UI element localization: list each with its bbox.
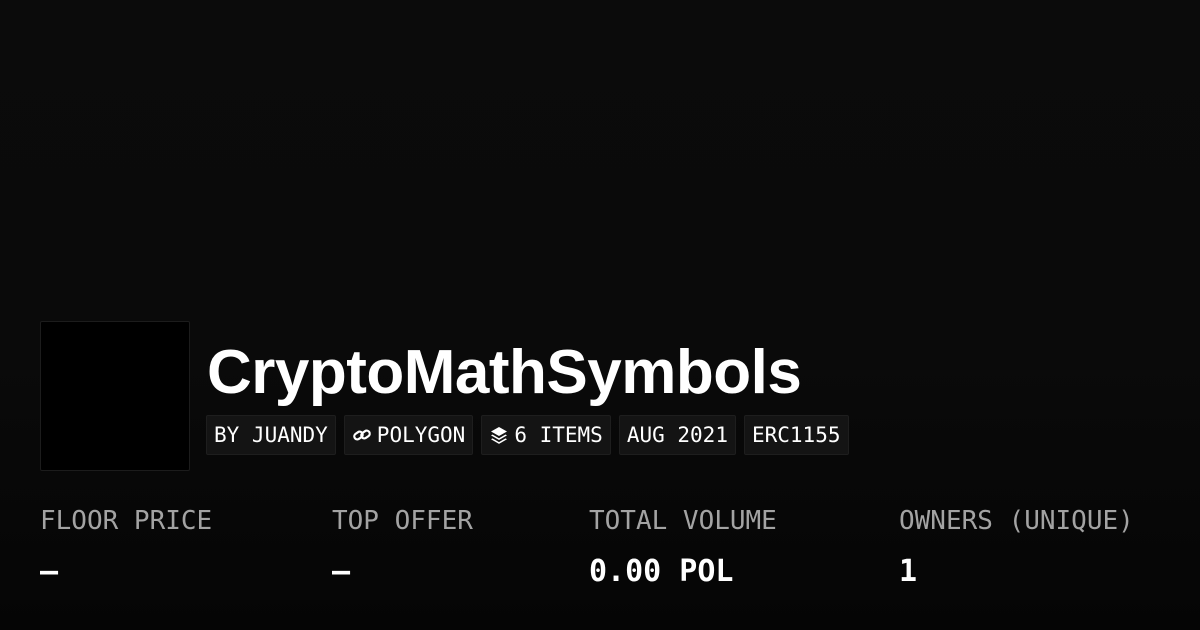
collection-avatar bbox=[40, 321, 190, 471]
floor-price-value: – bbox=[40, 554, 59, 589]
top-offer-stat: TOP OFFER – bbox=[332, 504, 473, 590]
items-label: 6 ITEMS bbox=[514, 423, 603, 447]
date-label: AUG 2021 bbox=[626, 423, 728, 447]
collection-stats: FLOOR PRICE – TOP OFFER – TOTAL VOLUME 0… bbox=[0, 504, 1200, 604]
chain-label: POLYGON bbox=[376, 423, 466, 447]
creator-label: BY JUANDY bbox=[214, 423, 328, 447]
items-tag: 6 ITEMS bbox=[481, 415, 611, 455]
top-offer-label: TOP OFFER bbox=[332, 506, 473, 536]
owners-value: 1 bbox=[899, 554, 918, 589]
standard-tag: ERC1155 bbox=[743, 415, 849, 455]
floor-price-stat: FLOOR PRICE – bbox=[40, 504, 212, 590]
collection-tags: BY JUANDY POLYGON 6 ITEMS AUG 2021 ERC11… bbox=[206, 415, 849, 455]
collection-title: CryptoMathSymbols bbox=[207, 338, 802, 407]
top-offer-value: – bbox=[332, 554, 351, 589]
collection-card: CryptoMathSymbols BY JUANDY POLYGON 6 IT… bbox=[0, 0, 1200, 630]
date-tag: AUG 2021 bbox=[618, 415, 736, 455]
chain-tag: POLYGON bbox=[343, 415, 474, 455]
link-icon bbox=[352, 425, 372, 445]
total-volume-value: 0.00 POL bbox=[589, 554, 734, 589]
creator-tag: BY JUANDY bbox=[206, 415, 336, 455]
floor-price-label: FLOOR PRICE bbox=[40, 506, 213, 536]
total-volume-label: TOTAL VOLUME bbox=[589, 506, 777, 536]
owners-stat: OWNERS (UNIQUE) 1 bbox=[899, 504, 1134, 590]
owners-label: OWNERS (UNIQUE) bbox=[899, 506, 1134, 536]
total-volume-stat: TOTAL VOLUME 0.00 POL bbox=[589, 504, 777, 590]
layers-icon bbox=[489, 425, 509, 445]
standard-label: ERC1155 bbox=[751, 423, 841, 447]
